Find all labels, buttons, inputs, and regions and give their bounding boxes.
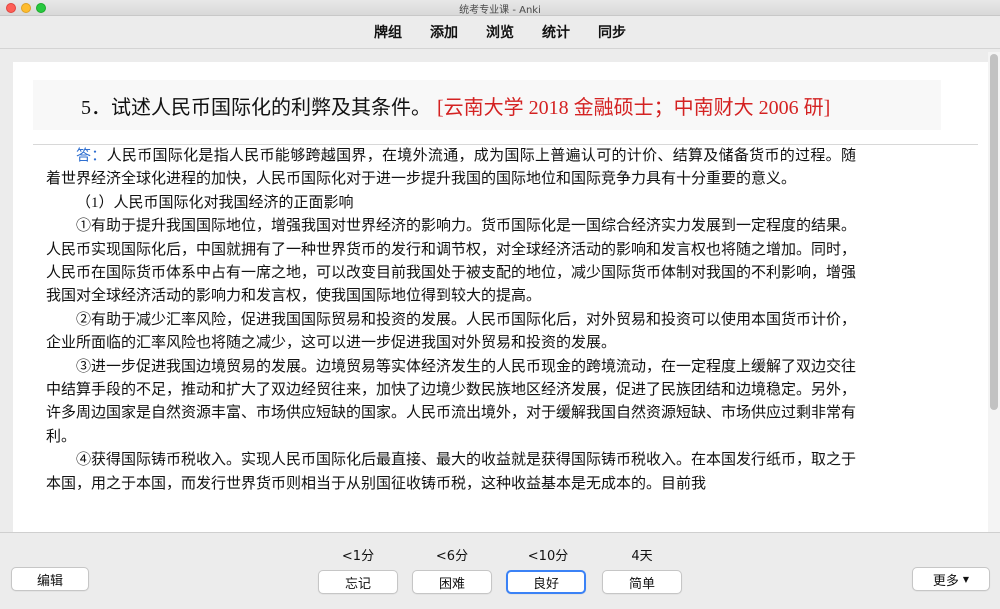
question-text: 5．试述人民币国际化的利弊及其条件。	[81, 96, 431, 119]
answer-paragraph: ②有助于减少汇率风险，促进我国国际贸易和投资的发展。人民币国际化后，对外贸易和投…	[46, 311, 857, 352]
edit-button[interactable]: 编辑	[11, 567, 89, 591]
easy-button[interactable]: 简单	[602, 570, 682, 594]
answer-label: 答：	[76, 148, 107, 164]
answer-paragraph: 答：人民币国际化是指人民币能够跨越国界，在境外流通，成为国际上普遍认可的计价、结…	[46, 148, 856, 188]
nav-decks[interactable]: 牌组	[374, 22, 402, 42]
more-button[interactable]: 更多 ▼	[912, 567, 990, 591]
scrollbar-thumb[interactable]	[990, 54, 998, 410]
vertical-scrollbar[interactable]	[988, 52, 1000, 532]
title-bar: 统考专业课 - Anki	[0, 0, 1000, 16]
interval-again: <1分	[341, 549, 375, 564]
answer-paragraph: ①有助于提升我国国际地位，增强我国对世界经济的影响力。货币国际化是一国综合经济实…	[46, 218, 857, 305]
answer-paragraph: ③进一步促进我国边境贸易的发展。边境贸易等实体经济发生的人民币现金的跨境流动，在…	[46, 358, 857, 445]
interval-good: <10分	[527, 549, 569, 564]
card-answer: 答：人民币国际化是指人民币能够跨越国界，在境外流通，成为国际上普遍认可的计价、结…	[46, 145, 856, 496]
answer-bar: 编辑 <1分 <6分 <10分 4天 忘记 困难 良好 简单 更多 ▼	[0, 532, 1000, 609]
interval-easy: 4天	[631, 549, 653, 564]
good-button[interactable]: 良好	[506, 570, 586, 594]
again-button[interactable]: 忘记	[318, 570, 398, 594]
card-content: 5．试述人民币国际化的利弊及其条件。 [云南大学 2018 金融硕士；中南财大 2…	[13, 62, 988, 532]
card-question: 5．试述人民币国际化的利弊及其条件。 [云南大学 2018 金融硕士；中南财大 2…	[81, 91, 830, 120]
window-title: 统考专业课 - Anki	[459, 5, 541, 16]
top-nav: 牌组 添加 浏览 统计 同步	[0, 16, 1000, 49]
answer-paragraph: ④获得国际铸币税收入。实现人民币国际化后最直接、最大的收益就是获得国际铸币税收入…	[46, 452, 857, 492]
question-source: [云南大学 2018 金融硕士；中南财大 2006 研]	[437, 96, 831, 119]
more-label: 更多	[932, 573, 959, 589]
nav-sync[interactable]: 同步	[598, 22, 626, 42]
question-box: 5．试述人民币国际化的利弊及其条件。 [云南大学 2018 金融硕士；中南财大 2…	[33, 80, 941, 130]
answer-paragraph: （1）人民币国际化对我国经济的正面影响	[76, 194, 354, 211]
nav-add[interactable]: 添加	[430, 22, 458, 42]
interval-hard: <6分	[435, 549, 469, 564]
nav-stats[interactable]: 统计	[542, 22, 570, 42]
caret-down-icon: ▼	[962, 574, 970, 584]
nav-browse[interactable]: 浏览	[486, 22, 514, 42]
hard-button[interactable]: 困难	[412, 570, 492, 594]
